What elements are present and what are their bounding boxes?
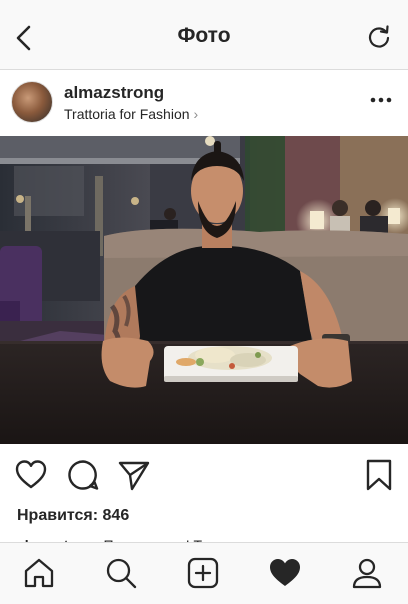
bottom-tab-bar <box>0 542 408 604</box>
chevron-right-icon: › <box>193 106 199 122</box>
paper-plane-icon[interactable] <box>117 458 151 492</box>
add-post-icon[interactable] <box>186 556 220 590</box>
bookmark-icon[interactable] <box>362 458 396 492</box>
heart-filled-icon[interactable] <box>268 556 302 590</box>
heart-outline-icon[interactable] <box>14 458 48 492</box>
post-actions <box>0 444 408 504</box>
comment-icon[interactable] <box>66 458 100 492</box>
location-label: Trattoria for Fashion <box>64 106 190 122</box>
avatar[interactable] <box>11 81 53 123</box>
post-username[interactable]: almazstrong <box>64 83 164 103</box>
post-location[interactable]: Trattoria for Fashion › <box>64 106 198 122</box>
refresh-icon[interactable] <box>366 25 392 51</box>
top-navigation-bar: Фото <box>0 0 408 70</box>
chevron-left-icon[interactable] <box>12 24 36 52</box>
more-options-icon[interactable] <box>368 92 394 108</box>
post-header: almazstrong Trattoria for Fashion › <box>0 70 408 136</box>
post-photo[interactable] <box>0 136 408 444</box>
page-title: Фото <box>177 24 231 47</box>
likes-count[interactable]: Нравится: 846 <box>17 507 129 525</box>
home-icon[interactable] <box>22 556 56 590</box>
search-icon[interactable] <box>104 556 138 590</box>
profile-icon[interactable] <box>350 556 384 590</box>
